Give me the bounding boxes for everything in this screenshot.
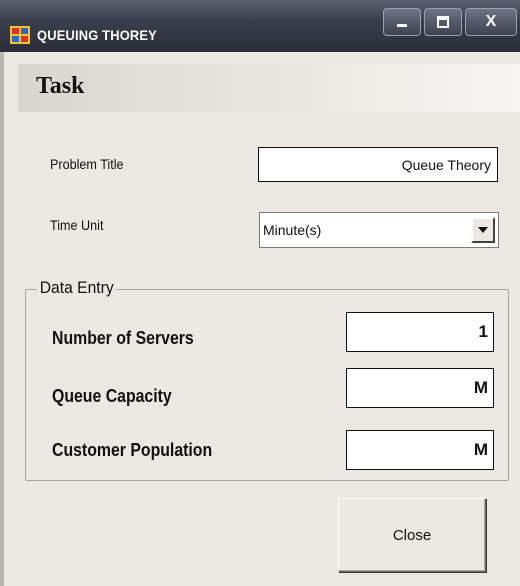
time-unit-value: Minute(s) xyxy=(263,222,322,238)
maximize-button[interactable] xyxy=(424,8,462,36)
queue-capacity-input[interactable]: M xyxy=(346,368,494,408)
minimize-button[interactable] xyxy=(383,8,421,36)
problem-title-label: Problem Title xyxy=(50,156,124,172)
data-entry-legend: Data Entry xyxy=(37,278,117,298)
app-window: QUEUING THOREY X Task Problem Title Queu… xyxy=(0,0,520,586)
servers-label: Number of Servers xyxy=(52,328,194,348)
task-header: Task xyxy=(18,64,520,112)
time-unit-select[interactable]: Minute(s) xyxy=(259,212,499,248)
customer-population-input[interactable]: M xyxy=(346,430,494,470)
maximize-icon xyxy=(437,16,449,28)
window-title: QUEUING THOREY xyxy=(37,27,157,43)
close-button[interactable]: Close xyxy=(338,498,486,572)
dropdown-arrow-button[interactable] xyxy=(471,217,495,243)
problem-title-input[interactable]: Queue Theory xyxy=(258,147,498,182)
queue-capacity-label: Queue Capacity xyxy=(52,386,172,406)
close-icon: X xyxy=(485,13,497,30)
time-unit-label: Time Unit xyxy=(50,217,104,233)
window-client: Task Problem Title Queue Theory Time Uni… xyxy=(0,52,520,586)
app-icon xyxy=(10,26,30,44)
title-bar[interactable]: QUEUING THOREY X xyxy=(0,0,520,53)
customer-population-label: Customer Population xyxy=(52,440,213,460)
window-left-border xyxy=(0,52,4,586)
page-title: Task xyxy=(36,73,85,99)
minimize-icon xyxy=(397,24,407,27)
close-window-button[interactable]: X xyxy=(465,8,517,36)
chevron-down-icon xyxy=(478,227,488,233)
servers-input[interactable]: 1 xyxy=(346,312,494,352)
